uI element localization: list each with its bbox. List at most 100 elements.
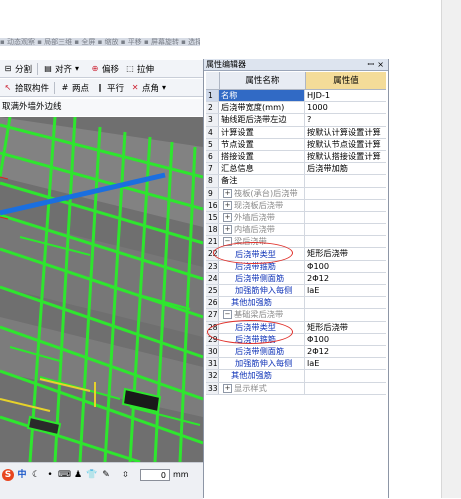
- property-row[interactable]: 31 加强筋伸入每侧 laE: [206, 358, 386, 371]
- offset-button[interactable]: ⊕ 偏移: [87, 61, 122, 76]
- shirt-icon[interactable]: 👕: [86, 469, 98, 481]
- property-name[interactable]: + 筏板(承台)后浇带: [219, 187, 305, 199]
- property-name[interactable]: 计算设置: [219, 126, 305, 138]
- property-row[interactable]: 28 后浇带类型 矩形后浇带: [206, 321, 386, 334]
- property-name[interactable]: + 外墙后浇带: [219, 211, 305, 224]
- property-name[interactable]: 后浇带类型: [219, 248, 305, 260]
- collapse-icon[interactable]: −: [223, 237, 232, 247]
- property-name[interactable]: 搭接设置: [219, 150, 305, 163]
- property-row[interactable]: 18 + 内墙后浇带: [206, 224, 386, 237]
- property-value[interactable]: laE: [305, 285, 386, 296]
- property-row[interactable]: 15 + 外墙后浇带: [206, 211, 386, 225]
- property-row[interactable]: 26 其他加强筋: [206, 297, 386, 310]
- property-row[interactable]: 30 后浇带侧面筋 2Φ12: [206, 345, 386, 359]
- property-value[interactable]: [305, 297, 386, 308]
- property-value[interactable]: 矩形后浇带: [305, 322, 386, 333]
- property-value[interactable]: 矩形后浇带: [305, 248, 386, 259]
- property-value[interactable]: [305, 236, 386, 247]
- keyboard-icon[interactable]: ⌨: [58, 469, 71, 481]
- property-row[interactable]: 9 + 筏板(承台)后浇带: [206, 187, 386, 200]
- property-row[interactable]: 29 后浇带箍筋 Φ100: [206, 333, 386, 346]
- tools-icon[interactable]: ✎: [100, 469, 112, 481]
- property-value[interactable]: HJD-1: [305, 90, 386, 101]
- property-row[interactable]: 25 加强筋伸入每侧 laE: [206, 285, 386, 298]
- point-angle-button[interactable]: ✕ 点角 ▾: [127, 80, 174, 95]
- collapse-icon[interactable]: −: [223, 310, 232, 320]
- property-value[interactable]: 按默认搭接设置计算: [305, 151, 386, 162]
- property-row[interactable]: 5 节点设置 按默认节点设置计算: [206, 138, 386, 151]
- property-row[interactable]: 3 轴线距后浇带左边?: [206, 114, 386, 127]
- property-row[interactable]: 21− 梁后浇带: [206, 236, 386, 249]
- property-name[interactable]: 后浇带侧面筋: [219, 345, 305, 358]
- property-value[interactable]: 后浇带加筋: [305, 163, 386, 174]
- property-value[interactable]: 1000: [305, 102, 386, 113]
- property-row[interactable]: 16 + 现浇板后浇带: [206, 199, 386, 212]
- property-name[interactable]: 备注: [219, 175, 305, 187]
- property-value[interactable]: Φ100: [305, 261, 386, 272]
- property-name[interactable]: − 梁后浇带: [219, 236, 305, 248]
- property-value[interactable]: [305, 370, 386, 381]
- property-value[interactable]: [305, 212, 386, 223]
- property-name[interactable]: 后浇带箍筋: [219, 260, 305, 272]
- property-value[interactable]: 按默认节点设置计算: [305, 139, 386, 150]
- align-button[interactable]: ▤ 对齐 ▾: [40, 61, 87, 76]
- property-name[interactable]: 后浇带侧面筋: [219, 272, 305, 284]
- pick-component-button[interactable]: ↖ 拾取构件: [0, 80, 52, 95]
- property-value[interactable]: ?: [305, 114, 386, 125]
- punctuation-icon[interactable]: •: [44, 469, 56, 481]
- property-name[interactable]: 后浇带类型: [219, 321, 305, 333]
- property-value[interactable]: [305, 188, 386, 199]
- property-value[interactable]: 2Φ12: [305, 346, 386, 357]
- property-row[interactable]: 24 后浇带侧面筋 2Φ12: [206, 272, 386, 285]
- property-value[interactable]: [305, 175, 386, 186]
- property-name[interactable]: 轴线距后浇带左边: [219, 114, 305, 126]
- ime-chinese-label[interactable]: 中: [16, 469, 28, 481]
- property-value[interactable]: [305, 383, 386, 394]
- expand-icon[interactable]: +: [223, 212, 232, 222]
- close-icon[interactable]: ×: [377, 59, 384, 70]
- split-button[interactable]: ⊟ 分割: [0, 61, 35, 76]
- stretch-button[interactable]: ⬚ 拉伸: [122, 61, 157, 76]
- property-row[interactable]: 32 其他加强筋: [206, 370, 386, 383]
- expand-icon[interactable]: +: [223, 383, 232, 393]
- property-name[interactable]: + 显示样式: [219, 382, 305, 394]
- property-value[interactable]: Φ100: [305, 334, 386, 345]
- moon-icon[interactable]: ☾: [30, 469, 42, 481]
- property-row[interactable]: 33 + 显示样式: [206, 382, 386, 395]
- property-value[interactable]: laE: [305, 358, 386, 369]
- property-value[interactable]: 2Φ12: [305, 273, 386, 284]
- pin-icon[interactable]: ꟷ: [367, 59, 374, 70]
- property-row[interactable]: 22 后浇带类型 矩形后浇带: [206, 248, 386, 261]
- property-name[interactable]: 后浇带宽度(mm): [219, 102, 305, 114]
- property-row[interactable]: 23 后浇带箍筋 Φ100: [206, 260, 386, 273]
- property-row[interactable]: 27− 基础梁后浇带: [206, 309, 386, 322]
- 3d-viewport[interactable]: [0, 117, 203, 462]
- outer-wall-edge-button[interactable]: 取满外墙外边线: [0, 99, 203, 116]
- property-row[interactable]: 8 备注: [206, 175, 386, 188]
- property-name[interactable]: 其他加强筋: [219, 370, 305, 382]
- property-row[interactable]: 4 计算设置 按默认计算设置计算: [206, 126, 386, 139]
- parallel-button[interactable]: ∥ 平行: [92, 80, 127, 95]
- property-name[interactable]: + 内墙后浇带: [219, 224, 305, 236]
- property-name[interactable]: 加强筋伸入每侧: [219, 358, 305, 370]
- property-name[interactable]: + 现浇板后浇带: [219, 199, 305, 211]
- property-value[interactable]: [305, 309, 386, 320]
- property-row[interactable]: 2 后浇带宽度(mm) 1000: [206, 102, 386, 115]
- expand-icon[interactable]: +: [223, 225, 232, 235]
- property-row[interactable]: 6 搭接设置 按默认搭接设置计算: [206, 150, 386, 164]
- property-value[interactable]: [305, 200, 386, 211]
- property-name[interactable]: 名称: [219, 90, 305, 102]
- expand-icon[interactable]: +: [223, 188, 232, 198]
- property-name[interactable]: − 基础梁后浇带: [219, 309, 305, 321]
- property-name[interactable]: 加强筋伸入每侧: [219, 285, 305, 297]
- property-value[interactable]: [305, 224, 386, 235]
- expand-icon[interactable]: +: [223, 200, 232, 210]
- property-name[interactable]: 汇总信息: [219, 163, 305, 175]
- ime-logo-icon[interactable]: S: [2, 469, 14, 481]
- property-name[interactable]: 节点设置: [219, 138, 305, 150]
- property-name[interactable]: 其他加强筋: [219, 297, 305, 309]
- property-row[interactable]: 1 名称 HJD-1: [206, 90, 386, 103]
- user-icon[interactable]: ♟: [72, 469, 84, 481]
- property-row[interactable]: 7 汇总信息 后浇带加筋: [206, 163, 386, 176]
- two-points-button[interactable]: # 两点: [57, 80, 92, 95]
